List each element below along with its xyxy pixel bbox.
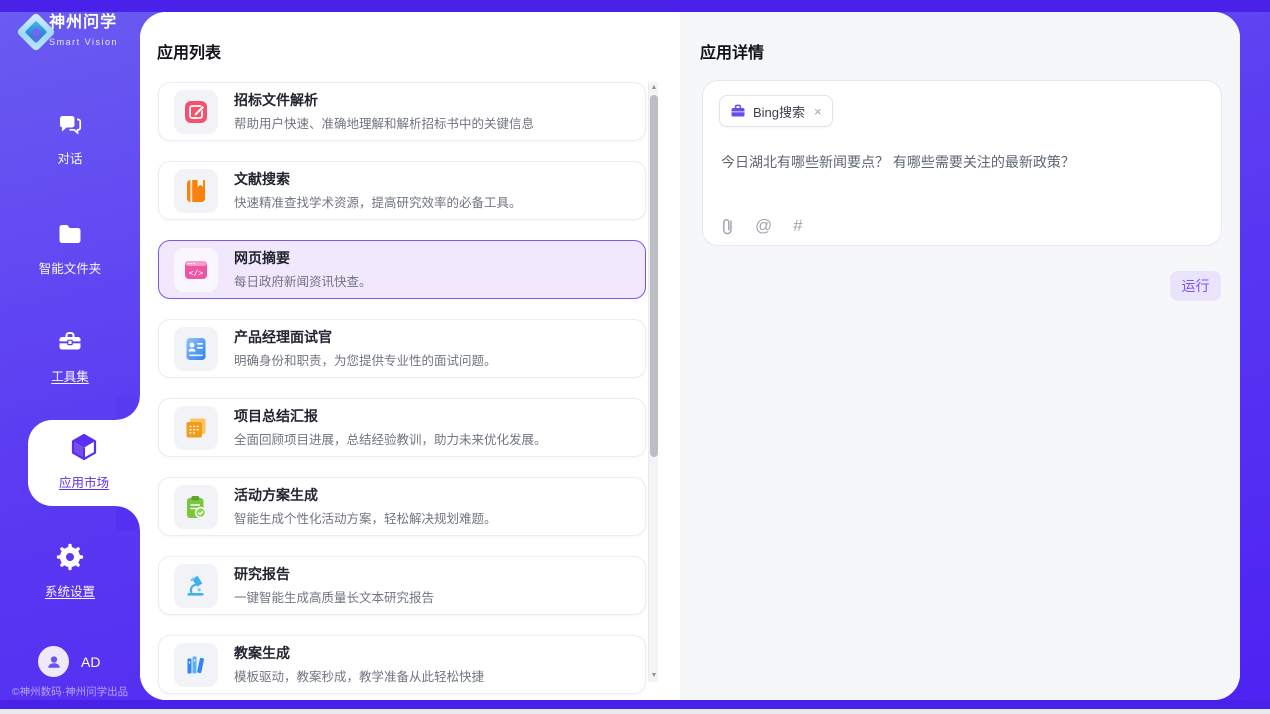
active-tab-curve-bottom bbox=[116, 506, 140, 530]
app-description: 帮助用户快速、准确地理解和解析招标书中的关键信息 bbox=[234, 113, 534, 132]
app-title: 招标文件解析 bbox=[234, 91, 534, 109]
app-title: 产品经理面试官 bbox=[234, 328, 497, 346]
prompt-toolbar: @ # bbox=[721, 216, 803, 236]
app-description: 快速精准查找学术资源，提高研究效率的必备工具。 bbox=[234, 192, 522, 211]
app-description: 一键智能生成高质量长文本研究报告 bbox=[234, 587, 434, 606]
app-description: 每日政府新闻资讯快查。 bbox=[234, 271, 372, 290]
app-card-project-summary[interactable]: 项目总结汇报 全面回顾项目进展，总结经验教训，助力未来优化发展。 bbox=[158, 398, 646, 457]
app-title: 研究报告 bbox=[234, 565, 434, 583]
brand-subtitle: Smart Vision bbox=[49, 37, 118, 47]
app-detail-panel: 应用详情 Bing搜索 × 今日湖北有哪些新闻要点？ 有哪些需要关注的最新政策？ bbox=[680, 12, 1240, 700]
app-window: 神州问学 Smart Vision 对话 智能文件夹 bbox=[0, 0, 1270, 714]
sticky-notes-icon bbox=[174, 406, 218, 450]
app-card-pm-interviewer[interactable]: 产品经理面试官 明确身份和职责，为您提供专业性的面试问题。 bbox=[158, 319, 646, 378]
app-list-panel: 应用列表 招标文件解析 帮助用户快速、准确地理解和解析招标书中的关键信息 bbox=[140, 12, 680, 700]
tool-tag-label: Bing搜索 bbox=[753, 102, 805, 121]
app-card-bid-analysis[interactable]: 招标文件解析 帮助用户快速、准确地理解和解析招标书中的关键信息 bbox=[158, 82, 646, 141]
app-card-literature-search[interactable]: 文献搜索 快速精准查找学术资源，提高研究效率的必备工具。 bbox=[158, 161, 646, 220]
gear-icon bbox=[56, 543, 84, 576]
brand-logo: 神州问学 Smart Vision bbox=[18, 14, 140, 50]
app-title: 活动方案生成 bbox=[234, 486, 497, 504]
prompt-text[interactable]: 今日湖北有哪些新闻要点？ 有哪些需要关注的最新政策？ bbox=[721, 152, 1203, 172]
window-bottom-frame bbox=[0, 700, 1270, 709]
gem-diamond-icon bbox=[18, 14, 41, 50]
app-description: 模板驱动，教案秒成，教学准备从此轻松快捷 bbox=[234, 666, 484, 685]
app-description: 全面回顾项目进展，总结经验教训，助力未来优化发展。 bbox=[234, 429, 547, 448]
user-account[interactable]: AD bbox=[38, 646, 100, 677]
window-top-frame bbox=[0, 0, 1270, 12]
scrollbar-thumb[interactable] bbox=[650, 95, 658, 457]
app-card-web-summary[interactable]: </> 网页摘要 每日政府新闻资讯快查。 bbox=[158, 240, 646, 299]
app-detail-title: 应用详情 bbox=[700, 39, 764, 63]
app-title: 项目总结汇报 bbox=[234, 407, 547, 425]
book-icon bbox=[174, 169, 218, 213]
sidebar-item-settings[interactable]: 系统设置 bbox=[0, 543, 140, 600]
app-card-research-report[interactable]: 研究报告 一键智能生成高质量长文本研究报告 bbox=[158, 556, 646, 615]
sidebar-item-chat[interactable]: 对话 bbox=[0, 110, 140, 167]
window-bottom-edge bbox=[0, 709, 1270, 714]
chat-icon bbox=[56, 110, 84, 143]
tool-tag-bing-search[interactable]: Bing搜索 × bbox=[719, 95, 833, 127]
sidebar: 神州问学 Smart Vision 对话 智能文件夹 bbox=[0, 0, 140, 714]
sidebar-footer: ©神州数码·神州问学出品 bbox=[0, 684, 140, 699]
resume-person-icon bbox=[174, 327, 218, 371]
active-tab-curve-top bbox=[116, 396, 140, 420]
edit-document-icon bbox=[174, 90, 218, 134]
app-description: 智能生成个性化活动方案，轻松解决规划难题。 bbox=[234, 508, 497, 527]
scroll-down-icon[interactable]: ▼ bbox=[649, 670, 659, 682]
sidebar-item-label: 工具集 bbox=[0, 366, 140, 385]
close-icon[interactable]: × bbox=[814, 104, 822, 119]
person-avatar-icon bbox=[38, 646, 69, 677]
hash-topic-icon[interactable]: # bbox=[793, 216, 802, 236]
sidebar-item-label: 智能文件夹 bbox=[0, 258, 140, 277]
app-list-title: 应用列表 bbox=[157, 39, 221, 63]
at-mention-icon[interactable]: @ bbox=[755, 216, 772, 236]
sidebar-item-label: 系统设置 bbox=[0, 581, 140, 600]
scroll-up-icon[interactable]: ▲ bbox=[649, 82, 659, 94]
app-title: 文献搜索 bbox=[234, 170, 522, 188]
app-title: 网页摘要 bbox=[234, 249, 372, 267]
app-card-list: 招标文件解析 帮助用户快速、准确地理解和解析招标书中的关键信息 文献搜索 bbox=[140, 82, 680, 700]
app-title: 教案生成 bbox=[234, 644, 484, 662]
app-description: 明确身份和职责，为您提供专业性的面试问题。 bbox=[234, 350, 497, 369]
toolbox-icon bbox=[56, 328, 84, 361]
user-name: AD bbox=[81, 654, 100, 670]
main-content: 应用列表 招标文件解析 帮助用户快速、准确地理解和解析招标书中的关键信息 bbox=[140, 12, 1240, 700]
folder-icon bbox=[56, 220, 84, 253]
books-icon bbox=[174, 643, 218, 687]
paperclip-icon[interactable] bbox=[721, 217, 734, 236]
sidebar-item-smart-folder[interactable]: 智能文件夹 bbox=[0, 220, 140, 277]
microscope-icon bbox=[174, 564, 218, 608]
sidebar-item-label: 应用市场 bbox=[28, 472, 140, 491]
clipboard-check-icon bbox=[174, 485, 218, 529]
svg-text:</>: </> bbox=[189, 268, 204, 277]
browser-code-icon: </> bbox=[174, 248, 218, 292]
app-card-event-plan[interactable]: 活动方案生成 智能生成个性化活动方案，轻松解决规划难题。 bbox=[158, 477, 646, 536]
sidebar-item-app-market[interactable]: 应用市场 bbox=[28, 420, 140, 506]
app-card-lesson-plan[interactable]: 教案生成 模板驱动，教案秒成，教学准备从此轻松快捷 bbox=[158, 635, 646, 694]
sidebar-item-label: 对话 bbox=[0, 148, 140, 167]
app-list-scrollbar[interactable]: ▲ ▼ bbox=[648, 82, 658, 682]
briefcase-icon bbox=[730, 103, 746, 119]
brand-name: 神州问学 bbox=[49, 14, 117, 31]
cube-icon bbox=[69, 432, 99, 467]
sidebar-item-toolkit[interactable]: 工具集 bbox=[0, 328, 140, 385]
run-button[interactable]: 运行 bbox=[1170, 271, 1221, 301]
prompt-input-card[interactable]: Bing搜索 × 今日湖北有哪些新闻要点？ 有哪些需要关注的最新政策？ @ # bbox=[702, 80, 1222, 246]
